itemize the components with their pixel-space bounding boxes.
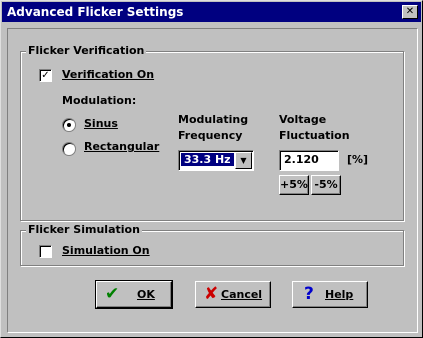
minus5-button[interactable]: -5% (311, 175, 341, 195)
radio-rectangular-label[interactable]: Rectangular (84, 140, 159, 153)
volt-label-line2: Fluctuation (279, 129, 350, 142)
simulation-group: Flicker Simulation Simulation On (20, 223, 404, 266)
plus5-button[interactable]: +5% (279, 175, 309, 195)
verification-checkbox[interactable]: ✓ (39, 69, 52, 82)
frequency-value: 33.3 Hz (181, 153, 234, 166)
voltage-input[interactable]: 2.120 (279, 150, 339, 171)
ok-label: OK (137, 288, 155, 301)
radio-sinus-label[interactable]: Sinus (84, 117, 118, 130)
help-label: Help (325, 288, 354, 301)
radio-sinus[interactable] (62, 118, 76, 132)
cancel-button[interactable]: ✘ Cancel (195, 281, 271, 308)
simulation-checkbox[interactable] (39, 245, 52, 258)
verification-group-label: Flicker Verification (26, 44, 147, 57)
frequency-dropdown[interactable]: 33.3 Hz ▼ (178, 150, 254, 171)
close-icon: ✕ (405, 6, 415, 17)
question-icon: ? (304, 284, 314, 304)
modulation-label: Modulation: (62, 94, 137, 107)
x-icon: ✘ (204, 284, 219, 304)
close-button[interactable]: ✕ (402, 5, 418, 19)
freq-label-line1: Modulating (178, 113, 249, 126)
chevron-down-icon[interactable]: ▼ (235, 152, 252, 169)
voltage-unit: [%] (347, 153, 369, 166)
ok-button[interactable]: ✔ OK (95, 280, 173, 309)
simulation-group-label: Flicker Simulation (26, 223, 142, 236)
check-mark-icon: ✓ (41, 70, 50, 81)
freq-label-line2: Frequency (178, 129, 243, 142)
verification-checkbox-label[interactable]: Verification On (62, 68, 154, 81)
title-bar[interactable]: Advanced Flicker Settings ✕ (2, 2, 421, 22)
verification-group: Flicker Verification ✓ Verification On M… (20, 44, 404, 221)
radio-rectangular[interactable] (62, 142, 76, 156)
cancel-label: Cancel (221, 288, 263, 301)
voltage-value: 2.120 (284, 153, 319, 166)
dialog-window: Advanced Flicker Settings ✕ Flicker Veri… (0, 0, 423, 338)
checkmark-icon: ✔ (105, 284, 120, 304)
volt-label-line1: Voltage (279, 113, 327, 126)
plus5-label: +5% (280, 178, 308, 191)
minus5-label: -5% (314, 178, 338, 191)
simulation-checkbox-label[interactable]: Simulation On (62, 244, 150, 257)
help-button[interactable]: ? Help (292, 281, 368, 308)
radio-selected-dot (67, 123, 71, 127)
dialog-client-area: Flicker Verification ✓ Verification On M… (7, 28, 418, 333)
window-title: Advanced Flicker Settings (7, 5, 184, 19)
